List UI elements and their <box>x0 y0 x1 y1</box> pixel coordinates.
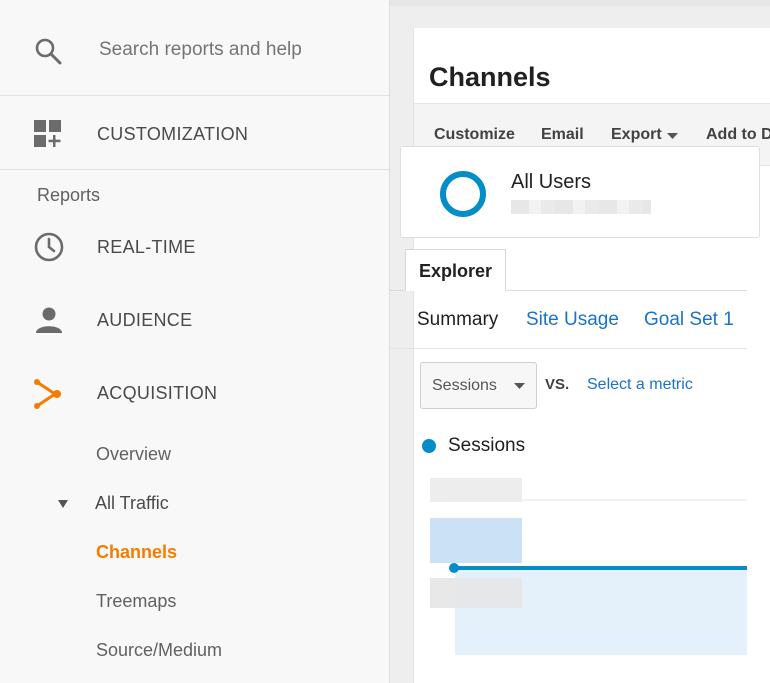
acquisition-icon <box>34 379 61 409</box>
export-button[interactable]: Export <box>611 126 662 144</box>
dashboard-grid-icon <box>34 120 61 147</box>
nav-all-traffic[interactable]: All Traffic <box>95 493 169 514</box>
customization-label: CUSTOMIZATION <box>97 124 249 144</box>
search-bar[interactable]: Search reports and help <box>0 6 389 96</box>
metric-dropdown[interactable]: Sessions <box>420 362 537 409</box>
chevron-down-icon[interactable] <box>667 133 678 140</box>
nav-realtime[interactable]: REAL-TIME <box>0 225 389 275</box>
top-divider <box>390 0 770 6</box>
nav-audience-label: AUDIENCE <box>97 310 193 330</box>
subtab-summary[interactable]: Summary <box>417 309 498 331</box>
nav-overview[interactable]: Overview <box>96 444 171 465</box>
vs-label: VS. <box>545 376 570 393</box>
segment-ring-icon <box>440 171 486 217</box>
redacted-axis-labels <box>430 478 522 608</box>
customization-item[interactable]: CUSTOMIZATION <box>0 96 389 170</box>
reports-heading: Reports <box>37 185 101 205</box>
search-placeholder[interactable]: Search reports and help <box>99 39 302 61</box>
add-to-dashboard-button[interactable]: Add to D <box>706 126 770 144</box>
nav-source-medium[interactable]: Source/Medium <box>96 640 222 661</box>
explorer-subtabs: Summary Site Usage Goal Set 1 <box>390 291 747 349</box>
page-title: Channels <box>429 62 551 92</box>
nav-acquisition[interactable]: ACQUISITION <box>0 371 389 421</box>
subtab-site-usage[interactable]: Site Usage <box>526 309 619 331</box>
nav-channels[interactable]: Channels <box>96 542 177 563</box>
nav-acquisition-label: ACQUISITION <box>97 383 218 403</box>
nav-realtime-label: REAL-TIME <box>97 237 196 257</box>
redacted-segment-detail <box>511 200 651 214</box>
chevron-down-icon <box>514 383 525 389</box>
person-icon <box>36 307 62 333</box>
caret-down-icon[interactable] <box>56 498 70 510</box>
nav-audience[interactable]: AUDIENCE <box>0 298 389 348</box>
segment-card[interactable]: All Users <box>400 146 760 238</box>
select-metric-link[interactable]: Select a metric <box>587 376 693 394</box>
clock-icon <box>34 232 64 262</box>
subtab-goal-set-1[interactable]: Goal Set 1 <box>644 309 734 331</box>
nav-treemaps[interactable]: Treemaps <box>96 591 176 612</box>
customize-button[interactable]: Customize <box>434 126 515 144</box>
email-button[interactable]: Email <box>541 126 584 144</box>
main-area: Channels Customize Email Export Add to D… <box>390 0 770 683</box>
search-icon <box>35 38 62 65</box>
segment-name: All Users <box>511 171 592 193</box>
sidebar: Search reports and help CUSTOMIZATION Re… <box>0 0 390 683</box>
sessions-chart <box>430 470 747 655</box>
legend-label: Sessions <box>448 435 526 456</box>
tab-explorer[interactable]: Explorer <box>405 249 506 291</box>
metric-dropdown-value: Sessions <box>432 377 497 394</box>
legend-dot-icon <box>422 439 436 453</box>
